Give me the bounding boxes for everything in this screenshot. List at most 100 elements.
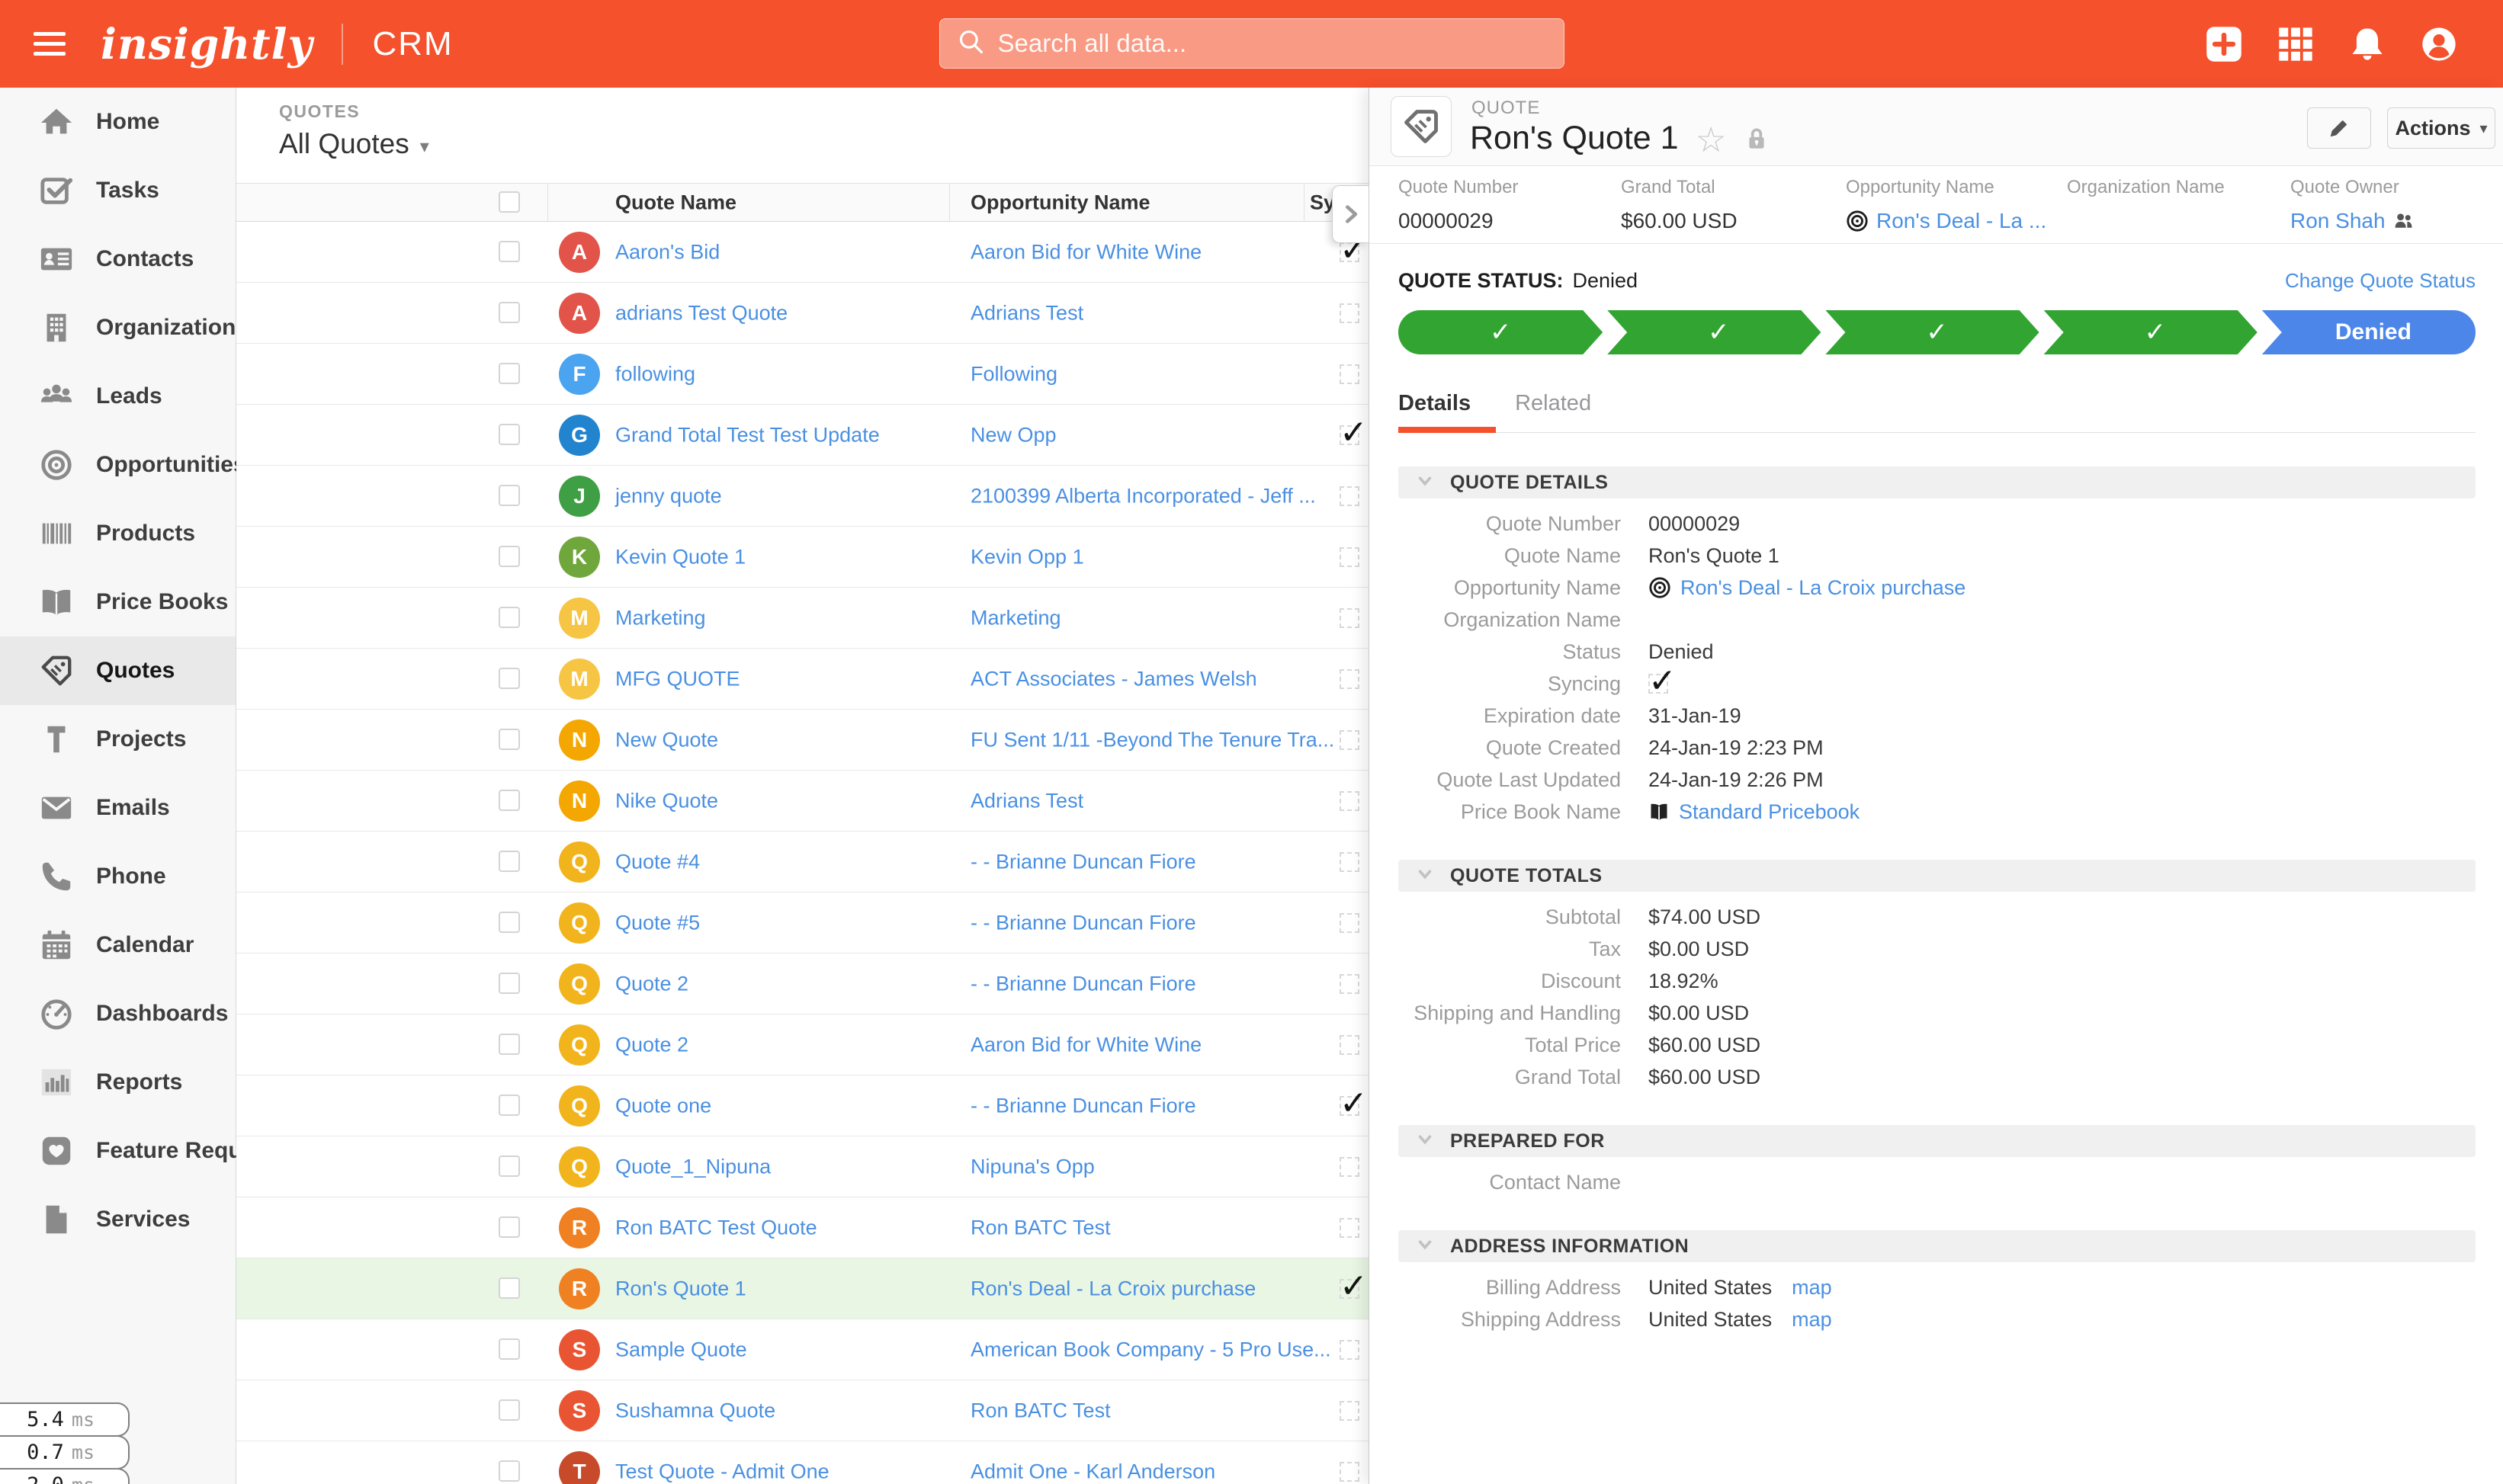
select-all-checkbox[interactable] bbox=[499, 191, 520, 213]
opportunity-name-link[interactable]: 2100399 Alberta Incorporated - Jeff ... bbox=[971, 484, 1316, 508]
opportunity-name-link[interactable]: Admit One - Karl Anderson bbox=[971, 1460, 1215, 1483]
opportunity-name-link[interactable]: Adrians Test bbox=[971, 301, 1083, 325]
syncing-checkbox[interactable] bbox=[1340, 852, 1359, 872]
row-select-checkbox[interactable] bbox=[499, 1460, 520, 1482]
tab-details[interactable]: Details bbox=[1398, 391, 1471, 416]
quote-name-link[interactable]: MFG QUOTE bbox=[615, 667, 740, 691]
syncing-checkbox[interactable] bbox=[1340, 547, 1359, 567]
section-header-quote-totals[interactable]: QUOTE TOTALS bbox=[1398, 860, 2476, 892]
search-input[interactable] bbox=[997, 29, 1547, 58]
sidebar-item-emails[interactable]: Emails bbox=[0, 774, 236, 842]
section-header-quote-details[interactable]: QUOTE DETAILS bbox=[1398, 466, 2476, 498]
quote-name-link[interactable]: following bbox=[615, 362, 695, 386]
table-row[interactable]: M MFG QUOTE ACT Associates - James Welsh bbox=[236, 649, 1369, 710]
brand-logo[interactable]: insightly bbox=[101, 19, 313, 69]
syncing-checkbox[interactable] bbox=[1340, 791, 1359, 811]
syncing-checkbox[interactable] bbox=[1340, 303, 1359, 323]
table-row[interactable]: Q Quote 2 Aaron Bid for White Wine bbox=[236, 1014, 1369, 1075]
syncing-checkbox[interactable] bbox=[1340, 1218, 1359, 1238]
table-row[interactable]: T Test Quote - Admit One Admit One - Karl … bbox=[236, 1441, 1369, 1484]
quote-name-link[interactable]: Quote_1_Nipuna bbox=[615, 1155, 771, 1178]
syncing-checkbox[interactable] bbox=[1340, 913, 1359, 933]
table-row[interactable]: R Ron BATC Test Quote Ron BATC Test bbox=[236, 1197, 1369, 1258]
syncing-checkbox[interactable] bbox=[1340, 730, 1359, 750]
opportunity-name-link[interactable]: FU Sent 1/11 -Beyond The Tenure Tra... bbox=[971, 728, 1334, 752]
syncing-checkbox[interactable] bbox=[1340, 486, 1359, 506]
sidebar-item-leads[interactable]: Leads bbox=[0, 362, 236, 431]
actions-button[interactable]: Actions ▾ bbox=[2387, 107, 2495, 149]
column-header-opportunity-name[interactable]: Opportunity Name bbox=[971, 191, 1150, 214]
row-select-checkbox[interactable] bbox=[499, 485, 520, 506]
row-select-checkbox[interactable] bbox=[499, 973, 520, 994]
change-quote-status-link[interactable]: Change Quote Status bbox=[2285, 269, 2476, 293]
opportunity-name-link[interactable]: Aaron Bid for White Wine bbox=[971, 1033, 1202, 1056]
quote-name-link[interactable]: jenny quote bbox=[615, 484, 722, 508]
table-row[interactable]: Q Quote 2 - - Brianne Duncan Fiore bbox=[236, 954, 1369, 1014]
quote-name-link[interactable]: Quote 2 bbox=[615, 972, 688, 995]
section-header-prepared-for[interactable]: PREPARED FOR bbox=[1398, 1125, 2476, 1157]
syncing-checkbox[interactable]: ✓ bbox=[1340, 1268, 1368, 1305]
table-row[interactable]: Q Quote #4 - - Brianne Duncan Fiore bbox=[236, 832, 1369, 893]
sidebar-item-price-books[interactable]: Price Books bbox=[0, 568, 236, 636]
quote-name-link[interactable]: Quote #4 bbox=[615, 850, 700, 873]
sidebar-item-contacts[interactable]: Contacts bbox=[0, 225, 236, 293]
opportunity-name-link[interactable]: ACT Associates - James Welsh bbox=[971, 667, 1257, 691]
sidebar-item-projects[interactable]: Projects bbox=[0, 705, 236, 774]
quote-name-link[interactable]: Sushamna Quote bbox=[615, 1399, 775, 1422]
sidebar-item-phone[interactable]: Phone bbox=[0, 842, 236, 911]
opportunity-name-link[interactable]: Ron BATC Test bbox=[971, 1399, 1111, 1422]
table-row[interactable]: K Kevin Quote 1 Kevin Opp 1 bbox=[236, 527, 1369, 588]
opportunity-name-link[interactable]: Ron BATC Test bbox=[971, 1216, 1111, 1239]
syncing-checkbox[interactable] bbox=[1340, 1340, 1359, 1360]
row-select-checkbox[interactable] bbox=[499, 1399, 520, 1421]
menu-icon[interactable] bbox=[34, 32, 66, 56]
row-select-checkbox[interactable] bbox=[499, 790, 520, 811]
map-link[interactable]: map bbox=[1792, 1308, 1832, 1332]
quote-name-link[interactable]: Marketing bbox=[615, 606, 706, 630]
summary-field-value[interactable]: Ron Shah bbox=[2290, 209, 2386, 233]
table-row[interactable]: Ffollowing Following bbox=[236, 344, 1369, 405]
quote-name-link[interactable]: adrians Test Quote bbox=[615, 301, 788, 325]
quote-name-link[interactable]: Quote one bbox=[615, 1094, 711, 1117]
section-header-address-information[interactable]: ADDRESS INFORMATION bbox=[1398, 1230, 2476, 1262]
column-header-quote-name[interactable]: Quote Name bbox=[615, 191, 736, 214]
syncing-checkbox[interactable]: ✓ bbox=[1340, 1085, 1368, 1122]
view-selector[interactable]: All Quotes ▾ bbox=[279, 128, 429, 160]
opportunity-name-link[interactable]: - - Brianne Duncan Fiore bbox=[971, 1094, 1196, 1117]
opportunity-name-link[interactable]: Following bbox=[971, 362, 1057, 386]
sidebar-item-opportunities[interactable]: Opportunities bbox=[0, 431, 246, 499]
table-row[interactable]: N New Quote FU Sent 1/11 -Beyond The Tenur… bbox=[236, 710, 1369, 771]
row-select-checkbox[interactable] bbox=[499, 912, 520, 933]
opportunity-name-link[interactable]: Aaron Bid for White Wine bbox=[971, 240, 1202, 264]
table-row[interactable]: S Sample Quote American Book Company - 5 P… bbox=[236, 1319, 1369, 1380]
row-select-checkbox[interactable] bbox=[499, 1338, 520, 1360]
syncing-checkbox[interactable] bbox=[1340, 974, 1359, 994]
row-select-checkbox[interactable] bbox=[499, 1277, 520, 1299]
table-row[interactable]: Q Quote one - - Brianne Duncan Fiore ✓ bbox=[236, 1075, 1369, 1136]
syncing-checkbox[interactable] bbox=[1340, 608, 1359, 628]
row-select-checkbox[interactable] bbox=[499, 424, 520, 445]
profile-icon[interactable] bbox=[2419, 24, 2459, 64]
opportunity-name-link[interactable]: Nipuna's Opp bbox=[971, 1155, 1095, 1178]
quote-name-link[interactable]: Quote #5 bbox=[615, 911, 700, 934]
quote-name-link[interactable]: Ron's Quote 1 bbox=[615, 1277, 746, 1300]
syncing-checkbox[interactable] bbox=[1340, 364, 1359, 384]
quote-name-link[interactable]: Grand Total Test Test Update bbox=[615, 423, 880, 447]
syncing-checkbox[interactable]: ✓ bbox=[1340, 414, 1368, 451]
row-select-checkbox[interactable] bbox=[499, 302, 520, 323]
syncing-checkbox[interactable] bbox=[1340, 1462, 1359, 1482]
syncing-checkbox[interactable] bbox=[1340, 1401, 1359, 1421]
apps-grid-icon[interactable] bbox=[2276, 24, 2315, 64]
row-select-checkbox[interactable] bbox=[499, 668, 520, 689]
row-select-checkbox[interactable] bbox=[499, 241, 520, 262]
sidebar-item-feature-reque[interactable]: Feature Reque ... bbox=[0, 1117, 281, 1185]
opportunity-name-link[interactable]: - - Brianne Duncan Fiore bbox=[971, 850, 1196, 873]
sidebar-item-home[interactable]: Home bbox=[0, 88, 236, 156]
row-select-checkbox[interactable] bbox=[499, 1034, 520, 1055]
syncing-checkbox[interactable]: ✓ bbox=[1340, 231, 1368, 268]
quote-name-link[interactable]: Quote 2 bbox=[615, 1033, 688, 1056]
table-row[interactable]: S Sushamna Quote Ron BATC Test bbox=[236, 1380, 1369, 1441]
opportunity-name-link[interactable]: Adrians Test bbox=[971, 789, 1083, 813]
favorite-star-icon[interactable]: ☆ bbox=[1696, 122, 1727, 157]
sidebar-item-calendar[interactable]: Calendar bbox=[0, 911, 236, 979]
